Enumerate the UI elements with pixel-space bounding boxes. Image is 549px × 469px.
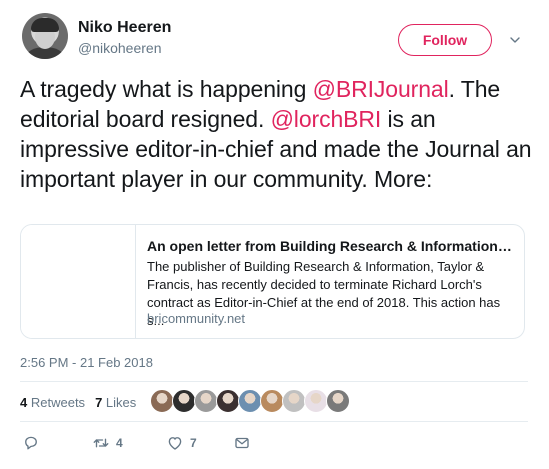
liker-avatar[interactable] <box>194 389 218 413</box>
engagement-stats: 4 Retweets 7 Likes <box>20 395 136 410</box>
retweet-icon <box>93 438 109 448</box>
liker-avatar[interactable] <box>326 389 350 413</box>
retweets-label[interactable]: Retweets <box>31 395 85 410</box>
card-thumbnail[interactable] <box>21 225 136 338</box>
username[interactable]: @nikoheeren <box>78 40 162 56</box>
liker-avatar[interactable] <box>216 389 240 413</box>
like-button[interactable]: 7 <box>166 433 197 453</box>
reply-button[interactable] <box>22 433 40 453</box>
heart-icon <box>168 437 182 450</box>
retweet-count: 4 <box>116 436 123 450</box>
tweet: Niko Heeren @nikoheeren Follow A tragedy… <box>0 0 549 469</box>
tweet-text: A tragedy what is happening @BRIJournal.… <box>20 74 535 194</box>
retweets-count[interactable]: 4 <box>20 395 27 410</box>
link-card[interactable]: An open letter from Building Research & … <box>20 224 525 339</box>
envelope-icon <box>235 437 249 449</box>
follow-button[interactable]: Follow <box>398 24 492 56</box>
liker-avatar[interactable] <box>304 389 328 413</box>
display-name[interactable]: Niko Heeren <box>78 19 171 37</box>
retweet-button[interactable]: 4 <box>92 433 123 453</box>
divider <box>20 421 528 422</box>
mention-link[interactable]: @lorchBRI <box>271 106 382 132</box>
tweet-text-part: A tragedy what is happening <box>20 76 313 102</box>
card-domain: bricommunity.net <box>147 311 246 326</box>
reply-icon <box>25 436 37 450</box>
divider <box>20 381 528 382</box>
mention-link[interactable]: @BRIJournal <box>313 76 449 102</box>
card-title[interactable]: An open letter from Building Research & … <box>147 238 515 254</box>
direct-message-button[interactable] <box>233 433 251 453</box>
liker-avatar[interactable] <box>238 389 262 413</box>
like-count: 7 <box>190 436 197 450</box>
liker-avatar[interactable] <box>260 389 284 413</box>
timestamp[interactable]: 2:56 PM - 21 Feb 2018 <box>20 355 153 370</box>
chevron-down-icon[interactable] <box>509 34 521 46</box>
liker-avatar[interactable] <box>282 389 306 413</box>
liker-avatar[interactable] <box>172 389 196 413</box>
likes-label[interactable]: Likes <box>106 395 136 410</box>
avatar[interactable] <box>22 13 68 59</box>
likes-count[interactable]: 7 <box>95 395 102 410</box>
liker-avatar[interactable] <box>150 389 174 413</box>
